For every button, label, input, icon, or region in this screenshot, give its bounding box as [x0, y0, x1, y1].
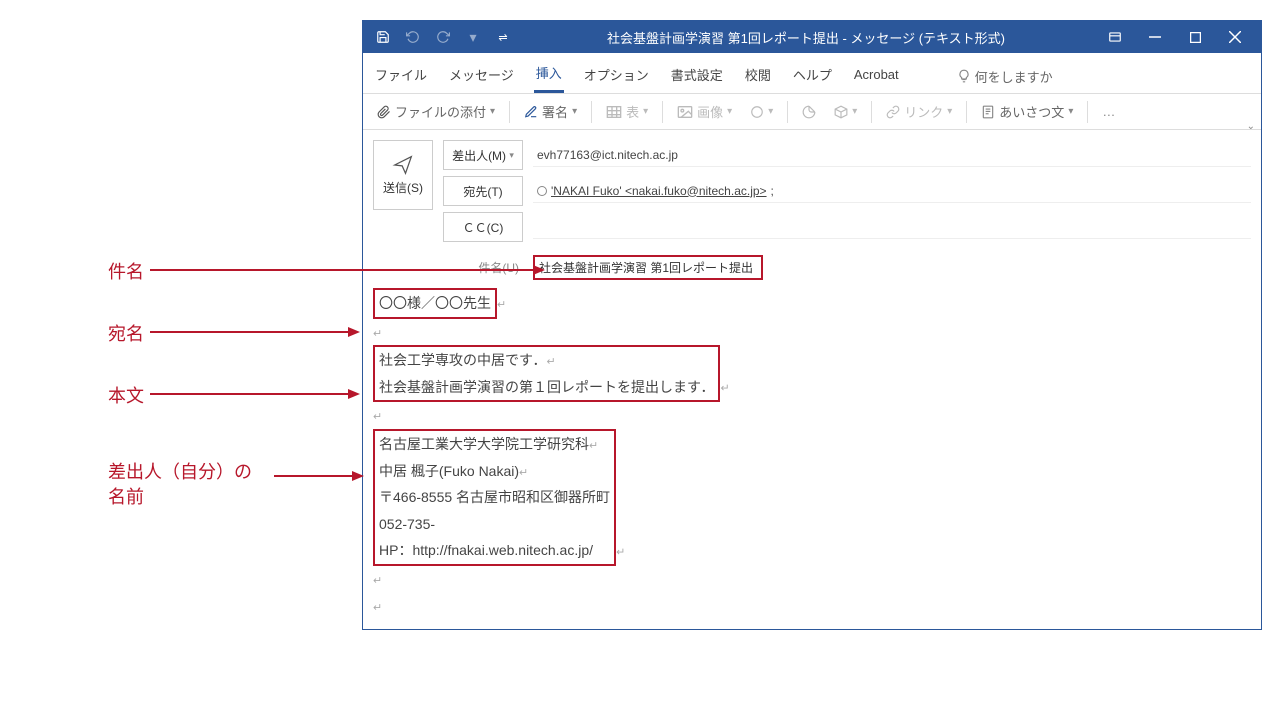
main-body-box: 社会工学専攻の中居です．↵ 社会基盤計画学演習の第１回レポートを提出します． — [373, 345, 720, 402]
to-button[interactable]: 宛先(T) — [443, 176, 523, 206]
annotation-salutation: 宛名 — [108, 320, 360, 346]
tell-me-search[interactable]: 何をしますか — [957, 67, 1053, 86]
sticker-icon — [802, 105, 816, 119]
sig-line3: 〒466-8555 名古屋市昭和区御器所町 — [379, 489, 610, 505]
link-icon — [886, 105, 900, 119]
minimize-icon[interactable] — [1135, 23, 1175, 51]
tab-options[interactable]: オプション — [582, 61, 651, 92]
table-label: 表 — [626, 102, 639, 121]
annotation-subject: 件名 — [108, 258, 545, 284]
redo-icon[interactable] — [429, 23, 457, 51]
qat-customize-icon[interactable]: ⇌ — [489, 23, 517, 51]
link-button[interactable]: リンク ▾ — [882, 100, 956, 123]
body-line2: 社会基盤計画学演習の第１回レポートを提出します． — [379, 379, 714, 395]
save-icon[interactable] — [369, 23, 397, 51]
tab-acrobat[interactable]: Acrobat — [852, 63, 901, 90]
recipient-text: 'NAKAI Fuko' <nakai.fuko@nitech.ac.jp> — [551, 184, 767, 198]
annotation-subject-label: 件名 — [108, 258, 144, 284]
3d-button[interactable]: ▾ — [830, 103, 861, 121]
ribbon-toolbar: ファイルの添付 ▾ 署名 ▾ 表 ▾ 画像 ▾ ▾ — [363, 94, 1261, 130]
tab-insert[interactable]: 挿入 — [534, 59, 564, 93]
send-label: 送信(S) — [383, 179, 423, 196]
collapse-ribbon-icon[interactable]: ⌄ — [1247, 121, 1255, 132]
send-button[interactable]: 送信(S) — [373, 140, 433, 210]
cc-button[interactable]: ＣＣ(C) — [443, 212, 523, 242]
body-line1: 社会工学専攻の中居です． — [379, 352, 546, 368]
attach-file-label: ファイルの添付 — [395, 102, 486, 121]
attach-file-button[interactable]: ファイルの添付 ▾ — [373, 100, 499, 123]
to-field[interactable]: 'NAKAI Fuko' <nakai.fuko@nitech.ac.jp>; — [533, 179, 1251, 203]
sig-line5: HP：http://fnakai.web.nitech.ac.jp/ — [379, 542, 593, 558]
signature-icon — [524, 105, 538, 119]
annotation-salutation-label: 宛名 — [108, 320, 144, 346]
greeting-button[interactable]: あいさつ文 ▾ — [977, 100, 1077, 123]
signature-button[interactable]: 署名 ▾ — [520, 100, 581, 123]
image-button[interactable]: 画像 ▾ — [673, 100, 736, 123]
outlook-window: ▾ ⇌ 社会基盤計画学演習 第1回レポート提出 - メッセージ (テキスト形式)… — [362, 20, 1262, 630]
tab-file[interactable]: ファイル — [373, 61, 429, 92]
ribbon-display-icon[interactable] — [1095, 23, 1135, 51]
message-body[interactable]: 〇〇様／〇〇先生 ↵ ↵ 社会工学専攻の中居です．↵ 社会基盤計画学演習の第１回… — [363, 282, 1261, 629]
tab-help[interactable]: ヘルプ — [791, 61, 834, 92]
shapes-button[interactable]: ▾ — [746, 103, 777, 121]
dropdown-icon[interactable]: ▾ — [459, 23, 487, 51]
recipient-chip[interactable]: 'NAKAI Fuko' <nakai.fuko@nitech.ac.jp>; — [537, 184, 774, 198]
sig-line4: 052-735- — [379, 516, 435, 532]
more-button[interactable]: … — [1098, 102, 1121, 121]
send-icon — [392, 155, 414, 175]
presence-dot-icon — [537, 186, 547, 196]
salutation-box: 〇〇様／〇〇先生 — [373, 288, 497, 319]
paperclip-icon — [377, 104, 391, 120]
shapes-icon — [750, 105, 764, 119]
link-label: リンク — [904, 102, 943, 121]
maximize-icon[interactable] — [1175, 23, 1215, 51]
salutation-text: 〇〇様／〇〇先生 — [379, 295, 491, 311]
subject-input[interactable]: 社会基盤計画学演習 第1回レポート提出 — [533, 255, 763, 280]
cc-field[interactable] — [533, 215, 1251, 239]
sig-line1: 名古屋工業大学大学院工学研究科 — [379, 436, 589, 452]
annotation-sender: 差出人（自分）の名前 — [108, 460, 368, 510]
from-button[interactable]: 差出人(M) ▾ — [443, 140, 523, 170]
annotation-sender-label: 差出人（自分）の名前 — [108, 460, 268, 510]
image-icon — [677, 105, 693, 119]
ribbon-tabs: ファイル メッセージ 挿入 オプション 書式設定 校閲 ヘルプ Acrobat … — [363, 53, 1261, 94]
icons-button[interactable] — [798, 103, 820, 121]
cube-icon — [834, 105, 848, 119]
undo-icon[interactable] — [399, 23, 427, 51]
signature-label: 署名 — [542, 102, 568, 121]
close-icon[interactable] — [1215, 23, 1255, 51]
table-icon — [606, 105, 622, 119]
annotation-body-label: 本文 — [108, 382, 144, 408]
window-title: 社会基盤計画学演習 第1回レポート提出 - メッセージ (テキスト形式) — [517, 28, 1095, 47]
lightbulb-icon — [957, 69, 971, 83]
title-bar: ▾ ⇌ 社会基盤計画学演習 第1回レポート提出 - メッセージ (テキスト形式) — [363, 21, 1261, 53]
sig-line2: 中居 楓子(Fuko Nakai) — [379, 463, 519, 479]
signature-box: 名古屋工業大学大学院工学研究科↵ 中居 楓子(Fuko Nakai)↵ 〒466… — [373, 429, 616, 566]
from-value: evh77163@ict.nitech.ac.jp — [533, 143, 1251, 167]
image-label: 画像 — [697, 102, 723, 121]
tell-me-label: 何をしますか — [975, 67, 1053, 86]
tab-message[interactable]: メッセージ — [447, 61, 516, 92]
annotation-body: 本文 — [108, 382, 360, 408]
tab-review[interactable]: 校閲 — [743, 61, 773, 92]
greeting-label: あいさつ文 — [999, 102, 1064, 121]
tab-format[interactable]: 書式設定 — [669, 61, 725, 92]
table-button[interactable]: 表 ▾ — [602, 100, 652, 123]
document-icon — [981, 105, 995, 119]
